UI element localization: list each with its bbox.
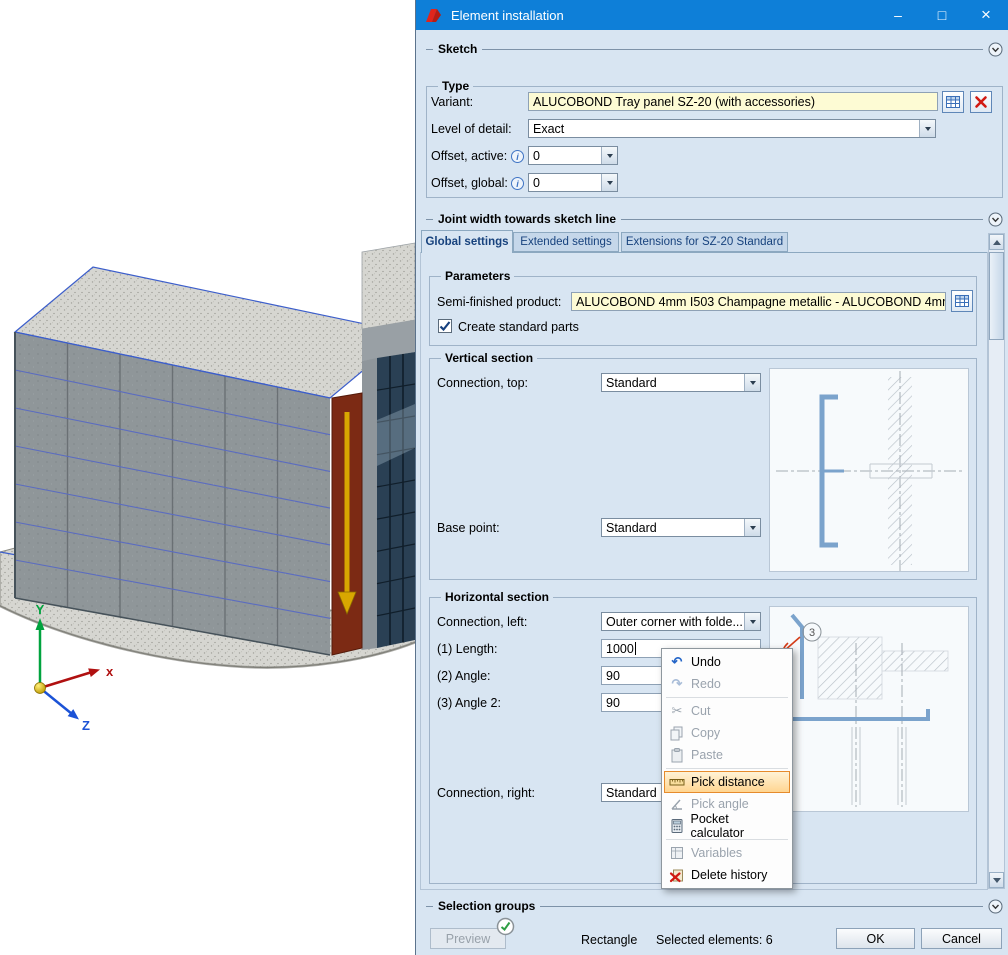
section-title-selection-groups: Selection groups xyxy=(438,899,535,913)
preview-button: Preview xyxy=(430,928,506,949)
tab-global-settings[interactable]: Global settings xyxy=(421,230,513,253)
tab-extensions-sz20[interactable]: Extensions for SZ-20 Standard xyxy=(621,232,788,252)
menu-item-paste: Paste xyxy=(664,744,790,766)
vertical-scrollbar[interactable] xyxy=(988,233,1005,889)
variant-catalog-button[interactable] xyxy=(942,91,964,113)
collapse-joint-width-chevron-icon[interactable] xyxy=(988,212,1003,227)
preview-check-badge-icon xyxy=(496,917,515,939)
catalog-table-icon xyxy=(954,293,970,309)
close-button[interactable]: × xyxy=(964,0,1008,30)
menu-item-pocket-calculator[interactable]: Pocket calculator xyxy=(664,815,790,837)
offset-global-label: Offset, global: xyxy=(431,176,508,190)
dialog-title: Element installation xyxy=(451,8,564,23)
vertical-section-preview xyxy=(769,368,969,572)
offset-global-dropdown[interactable]: 0 xyxy=(528,173,618,192)
collapse-sketch-chevron-icon[interactable] xyxy=(988,42,1003,57)
scroll-up-icon[interactable] xyxy=(989,234,1004,250)
connection-left-dropdown[interactable]: Outer corner with folde... xyxy=(601,612,761,631)
semi-finished-product-field[interactable]: ALUCOBOND 4mm I503 Champagne metallic - … xyxy=(571,292,946,311)
catalog-table-icon xyxy=(945,94,961,110)
copy-icon xyxy=(668,725,686,741)
menu-item-copy: Copy xyxy=(664,722,790,744)
status-selected-elements: Selected elements: 6 xyxy=(656,933,773,947)
base-point-dropdown[interactable]: Standard xyxy=(601,518,761,537)
cancel-button[interactable]: Cancel xyxy=(921,928,1002,949)
dropdown-arrow-icon xyxy=(919,120,935,137)
preview-annotation-3: 3 xyxy=(809,627,815,639)
variables-icon xyxy=(668,845,686,861)
cut-icon: ✂ xyxy=(668,703,686,719)
collapse-selection-groups-chevron-icon[interactable] xyxy=(988,899,1003,914)
3d-viewport[interactable]: Y x Z xyxy=(0,0,415,955)
undo-icon: ↶ xyxy=(668,654,686,670)
base-point-label: Base point: xyxy=(437,521,500,535)
horizontal-section-preview: 3 2 xyxy=(769,606,969,812)
variant-field[interactable]: ALUCOBOND Tray panel SZ-20 (with accesso… xyxy=(528,92,938,111)
variant-label: Variant: xyxy=(431,95,473,109)
create-standard-parts-checkbox[interactable] xyxy=(438,319,452,333)
check-icon xyxy=(439,320,451,332)
dropdown-arrow-icon xyxy=(744,519,760,536)
dropdown-arrow-icon xyxy=(744,613,760,630)
axis-z-label: Z xyxy=(82,718,90,733)
menu-item-redo: ↷ Redo xyxy=(664,673,790,695)
menu-item-variables: Variables xyxy=(664,842,790,864)
connection-top-label: Connection, top: xyxy=(437,376,528,390)
calculator-icon xyxy=(668,818,686,834)
semi-finished-product-label: Semi-finished product: xyxy=(437,295,561,309)
text-caret xyxy=(635,642,636,655)
group-title-parameters: Parameters xyxy=(441,269,514,283)
allplan-logo-icon[interactable] xyxy=(425,7,445,23)
length-label: (1) Length: xyxy=(437,642,497,656)
dialog-titlebar[interactable]: Element installation – □ × xyxy=(416,0,1008,30)
dropdown-arrow-icon xyxy=(744,374,760,391)
scrollbar-thumb[interactable] xyxy=(989,252,1004,340)
angle2-label: (3) Angle 2: xyxy=(437,696,501,710)
variant-delete-button[interactable] xyxy=(970,91,992,113)
angle-icon xyxy=(668,796,686,812)
axis-y-label: Y xyxy=(36,602,45,617)
ruler-icon xyxy=(668,774,686,790)
menu-item-undo[interactable]: ↶ Undo xyxy=(664,651,790,673)
menu-item-pick-distance[interactable]: Pick distance xyxy=(664,771,790,793)
app-screen: Y x Z Element installation – □ × xyxy=(0,0,1008,955)
scroll-down-icon[interactable] xyxy=(989,872,1004,888)
element-installation-dialog: Element installation – □ × Sketch Type V… xyxy=(415,0,1008,955)
menu-item-delete-history[interactable]: Delete history xyxy=(664,864,790,886)
group-title-vertical-section: Vertical section xyxy=(441,351,537,365)
offset-active-label: Offset, active: xyxy=(431,149,507,163)
tab-extended-settings[interactable]: Extended settings xyxy=(513,232,619,252)
create-standard-parts-label: Create standard parts xyxy=(458,320,579,334)
delete-history-icon xyxy=(668,867,686,883)
dropdown-arrow-icon xyxy=(601,147,617,164)
section-title-sketch: Sketch xyxy=(438,42,477,56)
level-of-detail-dropdown[interactable]: Exact xyxy=(528,119,936,138)
minimize-button[interactable]: – xyxy=(876,0,920,30)
offset-active-dropdown[interactable]: 0 xyxy=(528,146,618,165)
group-title-type: Type xyxy=(438,79,473,93)
section-title-joint-width: Joint width towards sketch line xyxy=(438,212,616,226)
context-menu: ↶ Undo ↷ Redo ✂ Cut Copy xyxy=(661,648,793,889)
semi-finished-catalog-button[interactable] xyxy=(951,290,973,312)
ok-button[interactable]: OK xyxy=(836,928,915,949)
connection-top-dropdown[interactable]: Standard xyxy=(601,373,761,392)
paste-icon xyxy=(668,747,686,763)
connection-right-label: Connection, right: xyxy=(437,786,535,800)
axis-x-label: x xyxy=(106,664,114,679)
status-mode: Rectangle xyxy=(581,933,637,947)
parameters-groupbox xyxy=(429,276,977,346)
redo-icon: ↷ xyxy=(668,676,686,692)
delete-x-icon xyxy=(973,94,989,110)
connection-left-label: Connection, left: xyxy=(437,615,527,629)
menu-item-cut: ✂ Cut xyxy=(664,700,790,722)
building-model[interactable]: Y x Z xyxy=(0,0,415,955)
angle-label: (2) Angle: xyxy=(437,669,491,683)
maximize-button[interactable]: □ xyxy=(920,0,964,30)
group-title-horizontal-section: Horizontal section xyxy=(441,590,553,604)
dropdown-arrow-icon xyxy=(601,174,617,191)
offset-active-info-icon[interactable]: i xyxy=(511,150,524,163)
offset-global-info-icon[interactable]: i xyxy=(511,177,524,190)
level-of-detail-label: Level of detail: xyxy=(431,122,512,136)
